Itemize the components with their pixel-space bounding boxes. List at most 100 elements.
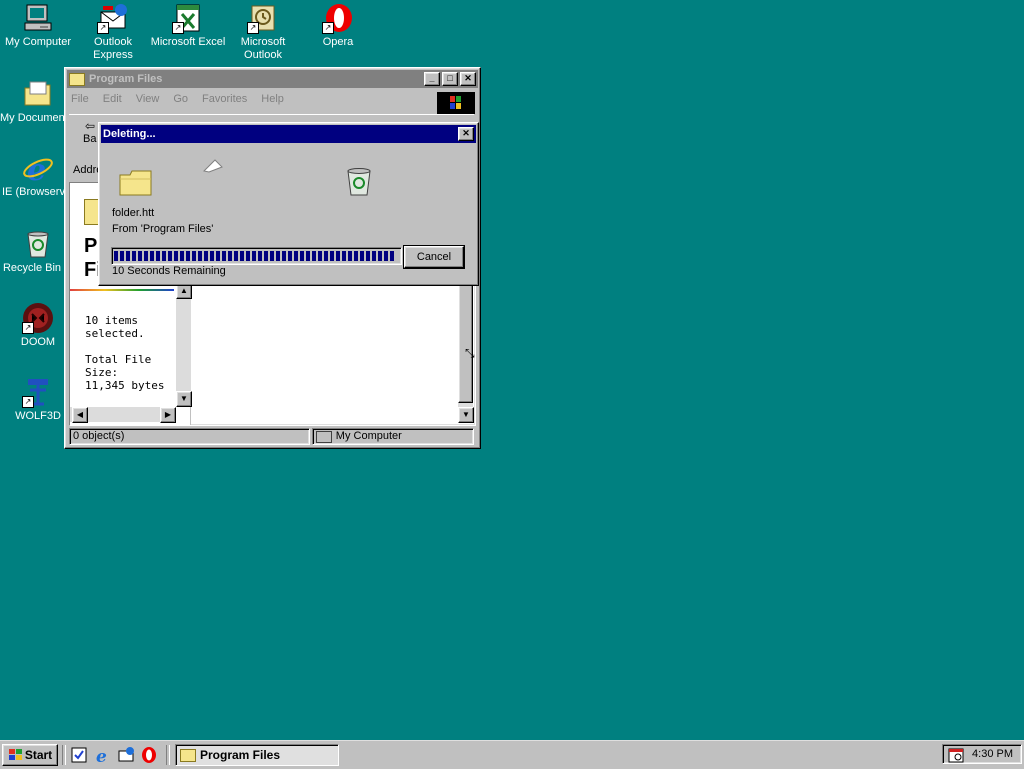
progress-block (120, 251, 124, 261)
progress-block (138, 251, 142, 261)
progress-block (252, 251, 256, 261)
dialog-close-button[interactable]: ✕ (458, 127, 474, 141)
menu-go[interactable]: Go (173, 93, 188, 105)
progress-block (342, 251, 346, 261)
scroll-down-button[interactable]: ▼ (176, 391, 192, 407)
desktop-icon-label: IE (Browservice) (2, 186, 68, 198)
progress-block (156, 251, 160, 261)
desktop-icon-label: Recycle Bin (2, 262, 62, 274)
info-pane-scrollbar[interactable]: ▲ ▼ (176, 283, 192, 407)
progress-block (234, 251, 238, 261)
desktop-icon-label: Opera (322, 36, 354, 48)
explorer-title: Program Files (89, 73, 163, 85)
progress-block (210, 251, 214, 261)
progress-block (198, 251, 202, 261)
shortcut-arrow-icon: ↗ (172, 22, 184, 34)
progress-block (246, 251, 250, 261)
system-tray: 4:30 PM (942, 744, 1022, 764)
menu-file[interactable]: File (71, 93, 89, 105)
progress-block (258, 251, 262, 261)
menu-bar: File Edit View Go Favorites Help (65, 90, 480, 108)
folder-icon (180, 748, 196, 762)
status-bar: 0 object(s) My Computer (69, 428, 474, 445)
rainbow-divider (70, 289, 174, 291)
delete-progress-bar (111, 247, 402, 265)
progress-block (288, 251, 292, 261)
scroll-left-button[interactable]: ◀ (72, 407, 88, 423)
deleting-dialog[interactable]: Deleting... ✕ folder.htt From 'Program F… (98, 122, 479, 286)
dialog-titlebar[interactable]: Deleting... ✕ (101, 125, 476, 143)
progress-block (366, 251, 370, 261)
file-size-value: 11,345 bytes (85, 379, 165, 392)
menu-edit[interactable]: Edit (103, 93, 122, 105)
shortcut-arrow-icon: ↗ (22, 322, 34, 334)
progress-block (390, 251, 394, 261)
scroll-thumb[interactable] (458, 283, 473, 403)
shortcut-arrow-icon: ↗ (247, 22, 259, 34)
progress-block (270, 251, 274, 261)
scheduler-icon[interactable] (948, 747, 964, 766)
windows-logo-icon (8, 749, 22, 761)
progress-block (312, 251, 316, 261)
menu-view[interactable]: View (136, 93, 160, 105)
deleting-source: From 'Program Files' (112, 223, 214, 235)
progress-block (180, 251, 184, 261)
desktop-icon-label: My Computer (4, 36, 72, 48)
progress-block (192, 251, 196, 261)
selection-info: 10 items selected. (85, 314, 145, 340)
close-button[interactable]: ✕ (460, 72, 476, 86)
doom-icon: ↗ (22, 302, 54, 334)
progress-block (330, 251, 334, 261)
quicklaunch-opera-icon[interactable] (140, 746, 158, 764)
scroll-right-button[interactable]: ▶ (160, 407, 176, 423)
taskbar-button-program-files[interactable]: Program Files (175, 744, 339, 766)
time-remaining: 10 Seconds Remaining (112, 265, 226, 277)
shortcut-arrow-icon: ↗ (97, 22, 109, 34)
menu-favorites[interactable]: Favorites (202, 93, 247, 105)
status-location: My Computer (311, 428, 474, 445)
wolf3d-icon: ↗ (22, 376, 54, 408)
folder-icon (69, 72, 85, 86)
deleting-filename: folder.htt (112, 207, 155, 219)
progress-block (348, 251, 352, 261)
quicklaunch-ie-icon[interactable]: e (94, 746, 112, 767)
windows-logo-icon (437, 92, 475, 114)
desktop-icon-outlook[interactable]: ↗ Microsoft Outlook (225, 2, 301, 62)
outlook-express-icon: ↗ (97, 2, 129, 34)
info-pane-hscrollbar[interactable]: ◀ ▶ (70, 407, 176, 423)
status-objects: 0 object(s) (69, 428, 310, 445)
progress-block (204, 251, 208, 261)
quicklaunch-outlook-express-icon[interactable] (117, 746, 135, 764)
minimize-button[interactable]: _ (424, 72, 440, 86)
start-button[interactable]: Start (2, 744, 58, 766)
desktop-icon-label: Outlook Express (93, 36, 133, 61)
taskbar: Start e Program Files 4:30 PM (0, 740, 1024, 769)
clock[interactable]: 4:30 PM (972, 748, 1013, 760)
progress-block (360, 251, 364, 261)
menu-help[interactable]: Help (261, 93, 284, 105)
opera-icon: ↗ (322, 2, 354, 34)
cancel-button[interactable]: Cancel (403, 245, 465, 269)
quicklaunch-desktop-icon[interactable] (70, 746, 88, 764)
file-size-label: Total File Size: (85, 353, 152, 379)
desktop-icon-excel[interactable]: ↗ Microsoft Excel (150, 2, 226, 49)
desktop-icon-opera[interactable]: ↗ Opera (300, 2, 376, 49)
progress-block (150, 251, 154, 261)
progress-block (378, 251, 382, 261)
dialog-title: Deleting... (103, 128, 156, 140)
outlook-icon: ↗ (247, 2, 279, 34)
desktop-icon-outlook-express[interactable]: ↗ Outlook Express (75, 2, 151, 62)
progress-block (384, 251, 388, 261)
progress-block (282, 251, 286, 261)
progress-block (276, 251, 280, 261)
explorer-titlebar[interactable]: Program Files _ □ ✕ (67, 70, 478, 88)
svg-text:e: e (27, 153, 46, 184)
scroll-down-button[interactable]: ▼ (458, 407, 474, 423)
progress-block (300, 251, 304, 261)
desktop-icon-my-computer[interactable]: My Computer (0, 2, 76, 49)
maximize-button[interactable]: □ (442, 72, 458, 86)
progress-block (372, 251, 376, 261)
progress-block (186, 251, 190, 261)
svg-text:e: e (96, 747, 107, 764)
folder-documents-icon (22, 78, 54, 110)
